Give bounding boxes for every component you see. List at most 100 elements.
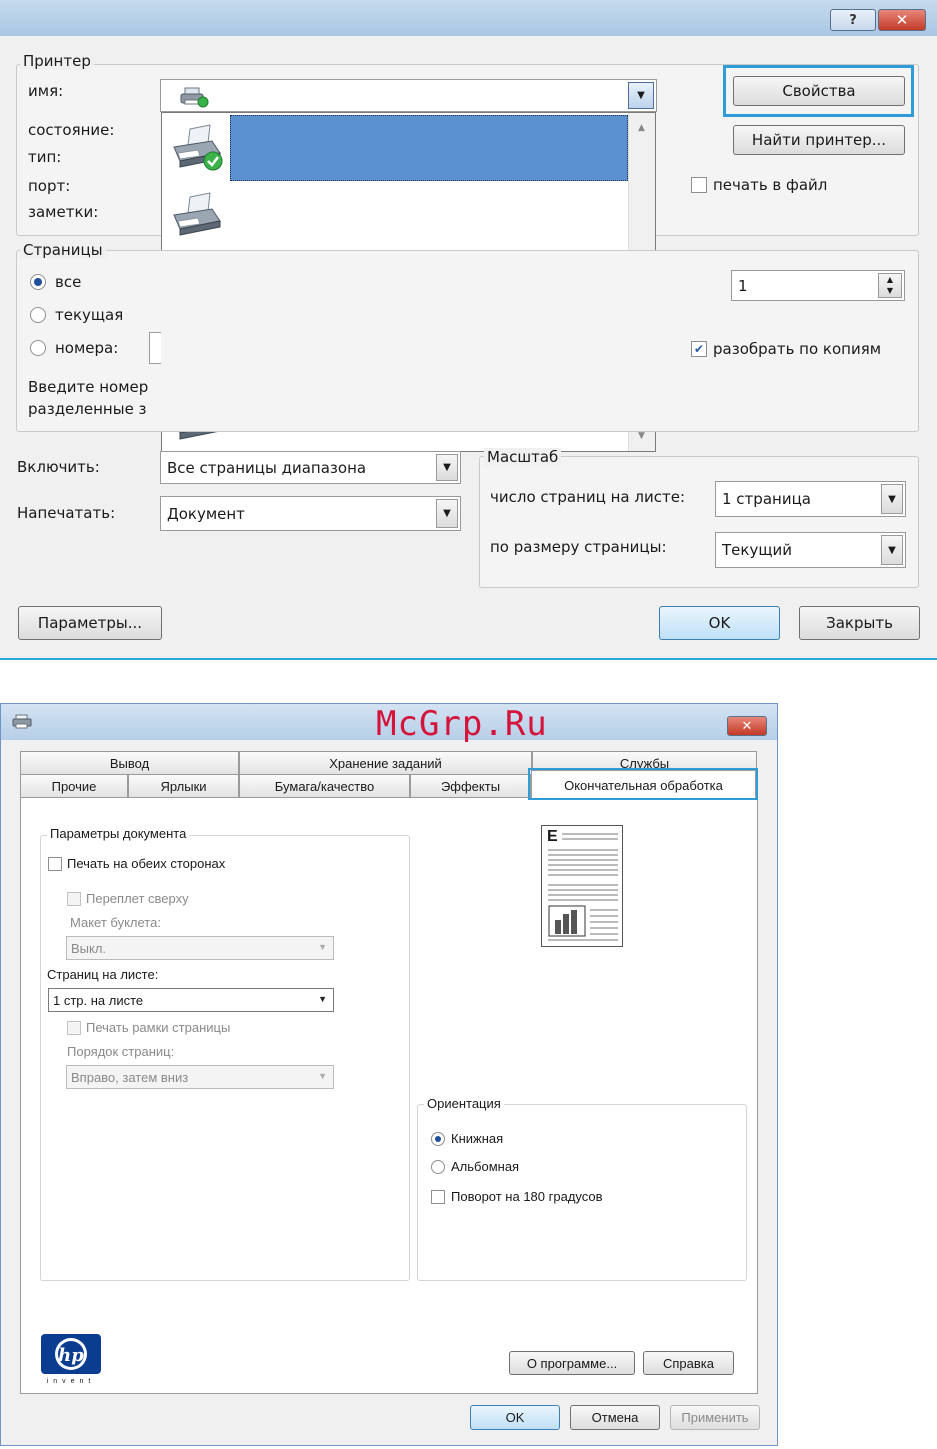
pages-per-sheet-select[interactable]: 1 страница ▼ — [715, 481, 906, 517]
close-window-button[interactable]: ✕ — [878, 9, 926, 31]
collate-checkbox[interactable]: ✔ — [691, 341, 707, 357]
tab-effects[interactable]: Эффекты — [410, 774, 531, 797]
chevron-down-icon: ▼ — [318, 994, 327, 1004]
tab-other[interactable]: Прочие — [20, 774, 128, 797]
print-what-select[interactable]: Документ ▼ — [160, 496, 461, 531]
print-what-label: Напечатать: — [17, 504, 116, 522]
booklet-select[interactable]: Выкл. ▼ — [66, 936, 334, 960]
rotate-option[interactable]: Поворот на 180 градусов — [431, 1189, 603, 1204]
comments-label: заметки: — [28, 203, 99, 221]
flip-up-checkbox[interactable] — [67, 891, 81, 906]
page-preview: E — [541, 825, 623, 947]
duplex-option[interactable]: Печать на обеих сторонах — [48, 856, 225, 871]
printer-icon — [173, 192, 221, 236]
duplex-checkbox[interactable] — [48, 856, 62, 871]
printer-list-item[interactable] — [162, 113, 630, 181]
hp-logo: hp invent — [41, 1334, 101, 1386]
page-numbers-input[interactable] — [149, 332, 161, 364]
chevron-down-icon: ▼ — [318, 1071, 327, 1081]
chevron-down-icon[interactable]: ▼ — [628, 82, 654, 109]
scale-to-paper-select[interactable]: Текущий ▼ — [715, 532, 906, 568]
document-options-title: Параметры документа — [47, 826, 190, 841]
pages-group-title: Страницы — [20, 241, 106, 259]
pages-per-sheet-value: 1 стр. на листе — [53, 992, 144, 1008]
scale-group — [479, 456, 919, 588]
about-button[interactable]: О программе... — [509, 1351, 635, 1375]
chevron-down-icon[interactable]: ▼ — [881, 484, 903, 514]
scroll-up-icon[interactable]: ▲ — [638, 123, 645, 133]
printer-list-item[interactable] — [162, 181, 630, 249]
copies-spinner[interactable]: 1 ▲ ▼ — [731, 270, 905, 301]
close-button[interactable]: Закрыть — [799, 606, 920, 640]
printer-group-title: Принтер — [20, 52, 94, 70]
flip-up-option[interactable]: Переплет сверху — [67, 891, 189, 906]
printer-properties-dialog: McGrp.Ru ✕ Вывод Хранение заданий Службы… — [0, 703, 778, 1446]
pages-all-option[interactable]: все — [30, 273, 81, 291]
pages-per-sheet-label: Страниц на листе: — [47, 967, 159, 982]
pages-all-radio[interactable] — [30, 274, 46, 290]
logo-tagline: invent — [46, 1378, 96, 1385]
options-button[interactable]: Параметры... — [18, 606, 162, 640]
pages-numbers-radio[interactable] — [30, 340, 46, 356]
pages-per-sheet-select[interactable]: 1 стр. на листе ▼ — [48, 988, 334, 1012]
chevron-down-icon[interactable]: ▼ — [436, 499, 458, 528]
print-to-file-label: печать в файл — [713, 176, 828, 194]
pages-numbers-option[interactable]: номера: — [30, 339, 118, 357]
duplex-label: Печать на обеих сторонах — [67, 856, 226, 871]
pages-all-label: все — [55, 273, 82, 291]
pages-per-sheet-label: число страниц на листе: — [490, 488, 685, 506]
apply-button[interactable]: Применить — [670, 1405, 760, 1430]
print-to-file-checkbox[interactable] — [691, 177, 707, 193]
page-borders-option[interactable]: Печать рамки страницы — [67, 1020, 230, 1035]
help-button[interactable]: Справка — [643, 1351, 734, 1375]
tab-output[interactable]: Вывод — [20, 751, 239, 774]
preview-lines-icon — [548, 833, 618, 941]
portrait-radio[interactable] — [431, 1131, 445, 1146]
portrait-option[interactable]: Книжная — [431, 1131, 503, 1146]
printer-icon — [180, 87, 209, 108]
type-label: тип: — [28, 148, 62, 166]
spinner-arrows-icon[interactable]: ▲ ▼ — [878, 273, 902, 298]
properties-button[interactable]: Свойства — [733, 76, 905, 106]
chevron-down-icon: ▼ — [318, 942, 327, 952]
landscape-radio[interactable] — [431, 1159, 445, 1174]
svg-text:hp: hp — [58, 1345, 84, 1366]
portrait-label: Книжная — [451, 1131, 504, 1146]
scroll-down-icon[interactable]: ▼ — [638, 431, 645, 441]
page-borders-checkbox[interactable] — [67, 1020, 81, 1035]
chevron-down-icon[interactable]: ▼ — [881, 535, 903, 565]
tab-job-storage[interactable]: Хранение заданий — [239, 751, 532, 774]
pages-numbers-label: номера: — [55, 339, 119, 357]
print-to-file-option[interactable]: печать в файл — [691, 176, 827, 194]
name-label: имя: — [28, 82, 64, 100]
watermark-text: McGrp.Ru — [376, 704, 548, 744]
pages-current-label: текущая — [55, 306, 124, 324]
help-button[interactable]: ? — [830, 9, 876, 31]
ok-button[interactable]: OK — [470, 1405, 560, 1430]
tab-shortcuts[interactable]: Ярлыки — [128, 774, 239, 797]
tab-paper-quality[interactable]: Бумага/качество — [239, 774, 410, 797]
flip-up-label: Переплет сверху — [86, 891, 189, 906]
find-printer-button[interactable]: Найти принтер... — [733, 125, 905, 155]
port-label: порт: — [28, 177, 71, 195]
landscape-option[interactable]: Альбомная — [431, 1159, 519, 1174]
printer-name-combobox[interactable]: ▼ — [160, 79, 657, 112]
scale-group-title: Масштаб — [484, 448, 562, 466]
close-window-button[interactable]: ✕ — [727, 716, 767, 736]
rotate-checkbox[interactable] — [431, 1189, 445, 1204]
finishing-tab-highlight-frame — [528, 768, 758, 800]
ok-button[interactable]: OK — [659, 606, 780, 640]
include-label: Включить: — [17, 458, 100, 476]
pages-current-radio[interactable] — [30, 307, 46, 323]
collate-label: разобрать по копиям — [713, 340, 882, 358]
pages-current-option[interactable]: текущая — [30, 306, 123, 324]
print-what-value: Документ — [167, 504, 245, 523]
cancel-button[interactable]: Отмена — [570, 1405, 660, 1430]
collate-option[interactable]: ✔ разобрать по копиям — [691, 340, 881, 358]
include-select[interactable]: Все страницы диапазона ▼ — [160, 451, 461, 484]
page-order-value: Вправо, затем вниз — [71, 1069, 189, 1085]
chevron-down-icon[interactable]: ▼ — [436, 454, 458, 481]
selected-printer-highlight — [230, 115, 628, 181]
page-order-select[interactable]: Вправо, затем вниз ▼ — [66, 1065, 334, 1089]
status-label: состояние: — [28, 121, 115, 139]
